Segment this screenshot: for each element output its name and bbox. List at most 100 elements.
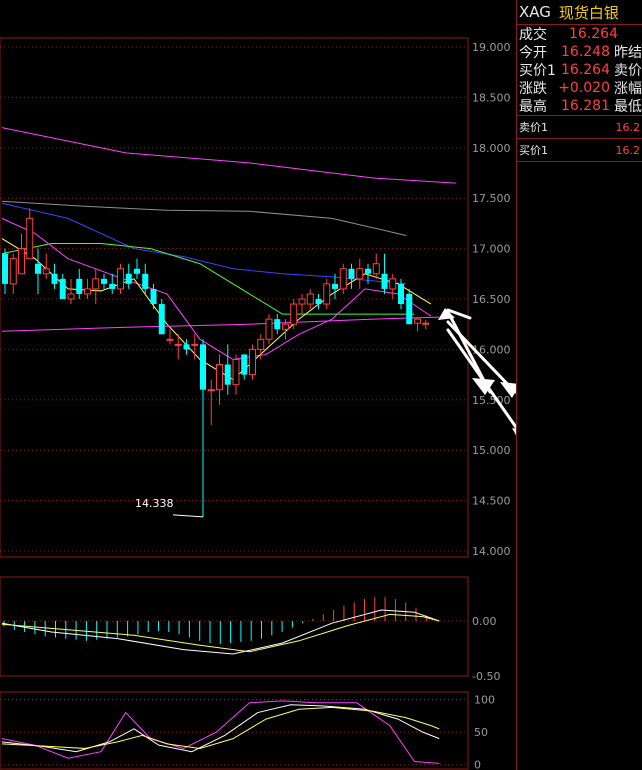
candle-body <box>166 338 174 341</box>
candle-body <box>84 288 91 295</box>
candle-body <box>339 268 347 290</box>
candle-body <box>249 348 256 376</box>
moving-average-line <box>1 217 432 361</box>
candle-body <box>207 389 215 392</box>
candle-body <box>51 273 58 284</box>
kdj-tick-label: 0 <box>474 759 481 770</box>
macd-tick-label: 0.00 <box>472 615 497 628</box>
candle-body <box>216 364 223 391</box>
quote-label: 最高 <box>519 99 547 115</box>
price-tick-label: 15.500 <box>472 394 511 407</box>
ask-row: 卖价1 16.2 <box>517 116 642 139</box>
candle-body <box>92 278 100 290</box>
candle-body <box>59 278 66 299</box>
kdj-tick-label: 100 <box>474 694 495 707</box>
quote-name: 现货白银 <box>558 3 619 22</box>
candle-body <box>241 354 248 375</box>
candle-body <box>158 304 165 335</box>
bid-value: 16.2 <box>615 143 641 157</box>
arrow-head <box>438 308 455 320</box>
candle-body <box>150 288 157 305</box>
candle-body <box>109 283 116 289</box>
candle-body <box>414 318 421 324</box>
price-tick-label: 19.000 <box>472 41 511 54</box>
candle-body <box>9 258 17 285</box>
price-tick-label: 16.500 <box>472 293 511 306</box>
quote-label-secondary: 涨幅 <box>614 81 642 97</box>
candle-body <box>183 344 190 350</box>
price-tick-label: 18.500 <box>472 91 511 104</box>
quote-label: 涨跌 <box>519 81 547 97</box>
candle-body <box>389 278 397 290</box>
candle-body <box>356 268 364 280</box>
candle-body <box>67 293 75 300</box>
ask-value: 16.2 <box>615 120 641 134</box>
candle-body <box>200 344 206 390</box>
candle-body <box>265 318 273 340</box>
quote-symbol: XAG <box>519 3 551 21</box>
candle-body <box>125 273 132 284</box>
quote-panel: XAG 现货白银 成交 16.264 今开 16.248 昨结 买价1 16.2… <box>516 0 642 770</box>
candle-body <box>290 303 298 325</box>
candle-body <box>323 283 331 305</box>
quote-label: 今开 <box>519 45 547 61</box>
moving-average-line <box>1 238 432 381</box>
quote-value: 16.248 <box>561 44 610 60</box>
candle-body <box>142 273 149 289</box>
quote-row-bid: 买价1 16.264 卖价 <box>517 61 642 79</box>
candle-body <box>406 293 413 325</box>
moving-average-line <box>1 316 440 332</box>
candle-body <box>26 217 34 260</box>
candle-body <box>117 268 124 290</box>
candle-body <box>274 319 281 330</box>
quote-label-secondary: 卖价 <box>614 63 642 79</box>
kdj-tick-label: 50 <box>474 726 488 739</box>
candle-body <box>306 293 314 305</box>
ask-label: 卖价1 <box>519 121 548 134</box>
quote-label: 成交 <box>519 27 547 43</box>
quote-label-secondary: 最低 <box>614 99 642 115</box>
low-annotation: 14.338 <box>135 497 174 510</box>
candle-body <box>134 268 140 274</box>
candle-body <box>298 298 306 305</box>
candle-body <box>101 278 107 284</box>
quote-value: +0.020 <box>558 80 610 96</box>
candle-body <box>315 299 322 305</box>
candle-body <box>398 283 404 305</box>
candle-body <box>257 338 265 350</box>
quote-title: XAG 现货白银 <box>517 0 642 25</box>
moving-average-line <box>1 200 407 236</box>
candle-body <box>332 283 338 289</box>
candle-body <box>2 253 8 284</box>
moving-average-line <box>1 127 456 184</box>
price-tick-label: 17.000 <box>472 243 511 256</box>
candlestick-chart: 19.00018.50018.00017.50017.00016.50016.0… <box>0 37 516 770</box>
quote-value: 16.264 <box>569 26 618 42</box>
chart-area: 19.000 18.500 18.000 17.500 17.000 16.500 16.0… <box>0 0 516 770</box>
price-tick-label: 18.000 <box>472 142 511 155</box>
candle-body <box>224 364 231 385</box>
quote-value: 16.264 <box>561 62 610 78</box>
quote-row-open: 今开 16.248 昨结 <box>517 43 642 61</box>
candle-body <box>174 343 182 346</box>
candle-body <box>282 323 289 330</box>
candle-body <box>348 268 355 279</box>
quote-row-high: 最高 16.281 最低 <box>517 97 642 115</box>
price-tick-label: 15.000 <box>472 444 511 457</box>
candle-body <box>191 343 199 346</box>
candle-body <box>76 278 83 294</box>
macd-panel-frame <box>0 576 469 677</box>
quote-row-last: 成交 16.264 <box>517 25 642 43</box>
quote-rows: 成交 16.264 今开 16.248 昨结 买价1 16.264 卖价 涨跌 … <box>517 25 642 116</box>
price-tick-label: 14.000 <box>472 545 511 558</box>
bid-row: 买价1 16.2 <box>517 139 642 162</box>
bid-label: 买价1 <box>519 144 548 157</box>
candle-body <box>18 248 25 275</box>
candle-body <box>365 268 371 274</box>
low-marker-line <box>172 514 204 518</box>
price-tick-label: 14.500 <box>472 495 511 508</box>
candle-body <box>422 322 430 325</box>
candle-body <box>232 358 240 386</box>
quote-label: 买价1 <box>519 63 556 79</box>
candle-body <box>372 263 380 275</box>
